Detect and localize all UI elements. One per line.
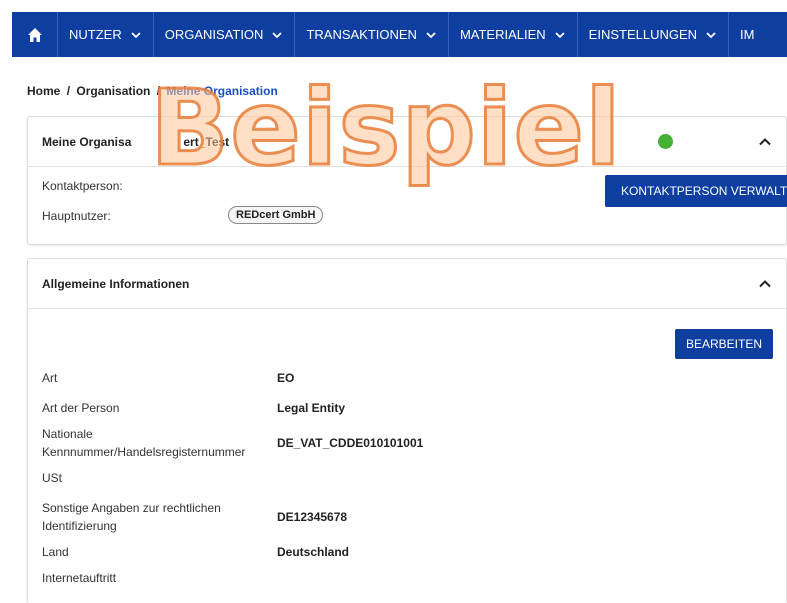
chevron-down-icon — [426, 31, 436, 38]
info-label: Art — [42, 371, 58, 385]
info-row-nationale-kennnummer: Nationale Kennnummer/Handelsregisternumm… — [42, 425, 762, 461]
main-user-label: Hauptnutzer: — [42, 209, 111, 223]
card-title-tail: ert_Test — [183, 134, 230, 149]
chevron-up-icon[interactable] — [758, 277, 772, 291]
chevron-down-icon — [272, 31, 283, 38]
info-value: DE12345678 — [277, 510, 348, 524]
edit-button[interactable]: BEARBEITEN — [675, 329, 773, 359]
info-label: Art der Person — [42, 401, 120, 415]
info-row-art: Art EO — [42, 369, 762, 387]
nav-item-label: TRANSAKTIONEN — [306, 27, 417, 42]
nav-item-label: ORGANISATION — [164, 27, 264, 42]
general-info-card: Allgemeine Informationen BEARBEITEN Art … — [27, 258, 787, 603]
contact-person-label: Kontaktperson: — [42, 179, 123, 193]
home-icon[interactable] — [12, 12, 58, 57]
nav-item-einstellungen[interactable]: EINSTELLUNGEN — [578, 12, 730, 57]
organisation-card-header[interactable]: Meine Organisa ert_Test — [28, 117, 786, 167]
status-check-icon — [658, 134, 673, 149]
breadcrumb-separator: / — [156, 84, 161, 98]
breadcrumb-current[interactable]: Meine Organisation — [166, 84, 277, 98]
info-row-land: Land Deutschland — [42, 543, 762, 561]
nav-item-truncated[interactable]: IM — [729, 12, 754, 57]
nav-item-label: IM — [740, 27, 755, 42]
info-row-sonstige-angaben: Sonstige Angaben zur rechtlichen Identif… — [42, 499, 762, 535]
breadcrumb-separator: / — [66, 84, 71, 98]
general-info-header[interactable]: Allgemeine Informationen — [28, 259, 786, 309]
nav-item-transaktionen[interactable]: TRANSAKTIONEN — [295, 12, 449, 57]
card-title: Meine Organisa — [42, 134, 132, 149]
breadcrumb-organisation[interactable]: Organisation — [76, 84, 150, 98]
nav-item-materialien[interactable]: MATERIALIEN — [449, 12, 578, 57]
manage-contact-button[interactable]: KONTAKTPERSON VERWALTEN — [605, 175, 787, 207]
organisation-card: Meine Organisa ert_Test Kontaktperson: H… — [27, 116, 787, 245]
chevron-down-icon — [131, 31, 141, 38]
info-row-ust: USt — [42, 469, 762, 487]
info-label: Land — [42, 545, 69, 559]
nav-item-label: NUTZER — [69, 27, 122, 42]
breadcrumb: Home / Organisation / Meine Organisation — [27, 84, 278, 98]
chevron-down-icon — [706, 31, 716, 38]
info-label: USt — [42, 471, 63, 485]
info-row-art-der-person: Art der Person Legal Entity — [42, 399, 762, 417]
chevron-down-icon — [555, 31, 565, 38]
info-label: Sonstige Angaben zur rechtlichen Identif… — [42, 501, 221, 533]
info-value: EO — [277, 371, 295, 385]
info-value: DE_VAT_CDDE010101001 — [277, 436, 424, 450]
breadcrumb-home[interactable]: Home — [27, 84, 60, 98]
nav-item-organisation[interactable]: ORGANISATION — [154, 12, 296, 57]
nav-item-label: EINSTELLUNGEN — [588, 27, 698, 42]
top-navigation: NUTZER ORGANISATION TRANSAKTIONEN MATERI… — [12, 12, 787, 57]
info-row-internetauftritt: Internetauftritt — [42, 569, 762, 587]
info-value: Deutschland — [277, 545, 350, 559]
main-user-chip[interactable]: REDcert GmbH — [228, 206, 324, 224]
info-list: Art EO Art der Person Legal Entity Natio… — [42, 369, 762, 587]
info-label: Nationale Kennnummer/Handelsregisternumm… — [42, 427, 246, 459]
chevron-up-icon[interactable] — [758, 135, 772, 149]
info-label: Internetauftritt — [42, 571, 117, 585]
card-title: Allgemeine Informationen — [42, 276, 190, 291]
info-value: Legal Entity — [277, 401, 346, 415]
nav-item-nutzer[interactable]: NUTZER — [58, 12, 154, 57]
nav-item-label: MATERIALIEN — [459, 27, 546, 42]
